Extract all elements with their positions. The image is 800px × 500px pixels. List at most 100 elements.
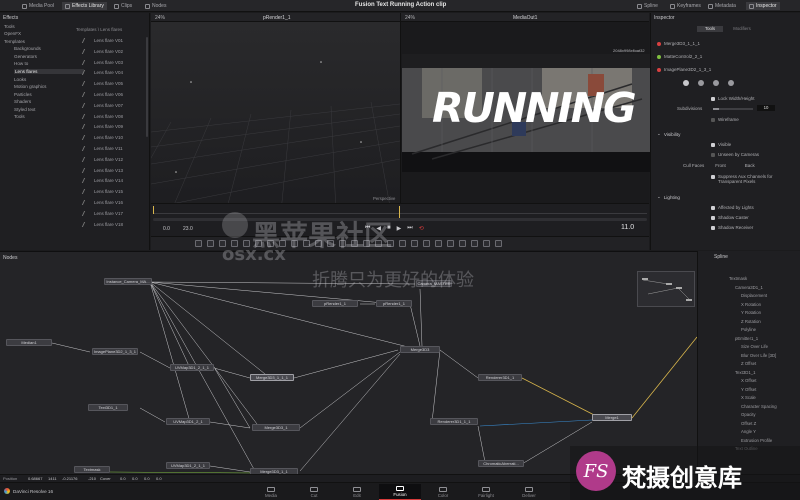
node-navigator[interactable] (637, 271, 695, 307)
mask-tool-icon[interactable] (423, 240, 430, 247)
media-pool-button[interactable]: Media Pool (22, 2, 54, 10)
shadow-caster-row[interactable]: Shadow Caster (711, 215, 749, 220)
node-merge-main[interactable]: Merge3D3 (400, 346, 440, 353)
paint-tool-icon[interactable] (207, 240, 214, 247)
right-viewer[interactable]: 24% MediaOut1 2048x998xfloat32 RUNNING (400, 13, 650, 235)
play-icon[interactable]: ▶ (397, 225, 402, 232)
cull-front-option[interactable]: Front (715, 163, 726, 168)
metadata-button[interactable]: Metadata (708, 2, 736, 10)
tree-item-tools[interactable]: Tools (4, 24, 15, 29)
keyframes-button[interactable]: Keyframes (670, 2, 701, 10)
spline-button[interactable]: Spline (637, 2, 658, 10)
page-media[interactable]: Media (250, 484, 292, 500)
transform-tab-icon[interactable] (713, 80, 719, 86)
lens-flare-item[interactable]: Lens flare V03 (81, 59, 123, 65)
inspector-button[interactable]: Inspector (746, 2, 780, 10)
wireframe-checkbox[interactable] (711, 117, 715, 122)
tree-item-howto[interactable]: How to (14, 61, 28, 66)
lens-flare-item[interactable]: Lens flare V18 (81, 221, 123, 227)
shadow-caster-checkbox[interactable] (711, 215, 715, 220)
effects-scrollbar[interactable] (146, 37, 148, 137)
tracker-tool-icon[interactable] (435, 240, 442, 247)
node-instance-camera[interactable]: Instance_Camera_MA... (104, 278, 152, 285)
visibility-section-header[interactable]: ⌄ Visibility (657, 131, 680, 137)
shadow-receiver-row[interactable]: Shadow Receiver (711, 225, 753, 230)
page-fairlight[interactable]: Fairlight (465, 484, 507, 500)
inspector-node-row-3[interactable]: ImagePlane3D2_1_3_1 (657, 67, 711, 72)
node-renderer-b[interactable]: Renderer3D1_1_1 (430, 418, 478, 425)
page-fusion[interactable]: Fusion (379, 484, 421, 500)
spline-item[interactable]: Angle Y (741, 429, 756, 434)
lens-flare-item[interactable]: Lens flare V05 (81, 81, 123, 87)
lens-flare-item[interactable]: Lens flare V15 (81, 189, 123, 195)
wireframe-row[interactable]: Wireframe (711, 117, 739, 122)
current-frame[interactable]: 11.0 (621, 224, 634, 231)
spline-item[interactable]: X Offset (741, 378, 756, 383)
media-in-tool-icon[interactable] (471, 240, 478, 247)
lens-flare-item[interactable]: Lens flare V02 (81, 48, 123, 54)
lens-flare-item[interactable]: Lens flare V07 (81, 102, 123, 108)
background-tool-icon[interactable] (195, 240, 202, 247)
spline-item[interactable]: Opacity (741, 412, 756, 417)
clips-button[interactable]: Clips (114, 2, 132, 10)
visible-row[interactable]: Visible (711, 142, 731, 147)
lens-flare-item[interactable]: Lens flare V09 (81, 124, 123, 130)
spline-item[interactable]: Text3D1_1 (735, 370, 756, 375)
tree-item-tools-2[interactable]: Tools (14, 114, 25, 119)
page-color[interactable]: Color (422, 484, 464, 500)
transform-tool-icon[interactable] (411, 240, 418, 247)
loader-tool-icon[interactable] (495, 240, 502, 247)
tree-item-looks[interactable]: Looks (14, 77, 26, 82)
keyer-tool-icon[interactable] (447, 240, 454, 247)
spline-item[interactable]: Extrusion Profile (741, 438, 772, 443)
inspector-node-row-1[interactable]: Merge3D3_1_1_1 (657, 41, 700, 46)
spline-item[interactable]: Camera3D1_1 (735, 285, 763, 290)
unseen-cameras-row[interactable]: Unseen by Cameras (711, 152, 759, 157)
lens-flare-item[interactable]: Lens flare V01 (81, 38, 123, 43)
left-viewer[interactable]: 24% pRender1_1 Perspective (151, 13, 400, 235)
node-textmask[interactable]: Textmask (74, 466, 110, 473)
node-uvmap-b[interactable]: UVMap3D1_2_1 (166, 418, 210, 425)
tree-item-templates[interactable]: Templates (4, 39, 25, 44)
render-range-start[interactable] (153, 206, 154, 214)
node-imageplane[interactable]: ImagePlane3D2_1_3_1 (92, 348, 138, 355)
spline-item[interactable]: Z Rotation (741, 319, 761, 324)
spline-item[interactable]: Blur Over Life [3D] (741, 353, 776, 358)
spline-item[interactable]: Y Rotation (741, 310, 761, 315)
spline-item[interactable]: pEmitter1_1 (735, 336, 758, 341)
tab-tools[interactable]: Tools (697, 26, 723, 32)
node-prender-b[interactable]: pRender1_1 (376, 300, 412, 307)
material-tab-icon[interactable] (698, 80, 704, 86)
time-ruler[interactable] (153, 206, 647, 220)
subdivisions-value[interactable]: 10 (757, 105, 775, 111)
spline-item[interactable]: X Scale (741, 395, 756, 400)
tab-modifiers[interactable]: Modifiers (729, 26, 755, 32)
text3d-tool-icon[interactable] (399, 240, 406, 247)
spline-item[interactable]: Polyline (741, 327, 756, 332)
node-uvmap-a[interactable]: UVMap3D1_2_1_1 (170, 364, 214, 371)
cull-back-option[interactable]: Back (745, 163, 755, 168)
go-to-end-icon[interactable]: ⏭ (407, 225, 412, 232)
spline-item[interactable]: Y Offset (741, 387, 756, 392)
media-out-tool-icon[interactable] (483, 240, 490, 247)
spline-item[interactable]: Offset Z (741, 421, 756, 426)
lens-flare-item[interactable]: Lens flare V10 (81, 135, 123, 141)
node-merge-final[interactable]: Merge1 (592, 414, 632, 421)
lens-flare-item[interactable]: Lens flare V14 (81, 178, 123, 184)
tree-item-backgrounds[interactable]: Backgrounds (14, 46, 41, 51)
unseen-cameras-checkbox[interactable] (711, 152, 715, 157)
suppress-checkbox[interactable] (711, 175, 715, 179)
page-deliver[interactable]: Deliver (508, 484, 550, 500)
spline-item[interactable]: Displacement (741, 293, 767, 298)
spline-item[interactable]: X Rotation (741, 302, 761, 307)
tree-item-particles[interactable]: Particles (14, 92, 32, 97)
visible-checkbox[interactable] (711, 142, 715, 147)
lens-flare-item[interactable]: Lens flare V12 (81, 156, 123, 162)
lens-flare-item[interactable]: Lens flare V11 (81, 146, 123, 151)
timeline-end-field[interactable]: 23.0 (183, 226, 193, 232)
spline-item[interactable]: Size Over Life (741, 344, 768, 349)
page-cut[interactable]: Cut (293, 484, 335, 500)
lens-flare-item[interactable]: Lens flare V17 (81, 210, 123, 216)
controls-tab-icon[interactable] (683, 80, 689, 86)
nodes-button[interactable]: Nodes (145, 2, 166, 10)
